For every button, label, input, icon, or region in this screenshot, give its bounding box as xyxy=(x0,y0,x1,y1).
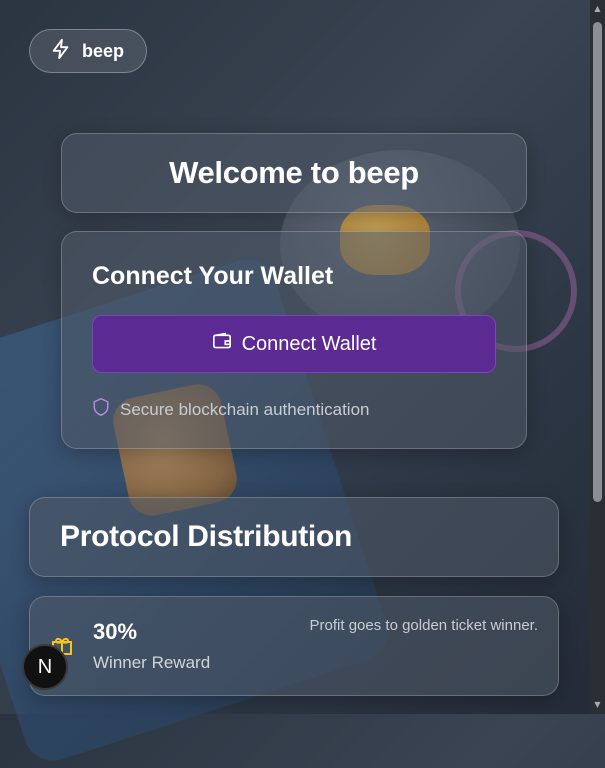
scrollbar[interactable]: ▲ ▼ xyxy=(590,0,605,714)
connect-wallet-button[interactable]: Connect Wallet xyxy=(92,315,496,373)
protocol-card: Protocol Distribution xyxy=(29,497,559,577)
connect-wallet-label: Connect Wallet xyxy=(241,332,377,355)
connect-title: Connect Your Wallet xyxy=(92,262,334,290)
secure-text: Secure blockchain authentication xyxy=(120,399,370,419)
reward-percent: 30% xyxy=(93,619,138,644)
brand-name: beep xyxy=(82,40,125,61)
welcome-title: Welcome to beep xyxy=(169,155,419,190)
scroll-thumb[interactable] xyxy=(593,22,602,502)
secure-note: Secure blockchain authentication xyxy=(92,397,370,422)
nextjs-badge[interactable]: N xyxy=(22,644,68,690)
reward-label: Winner Reward xyxy=(93,653,211,672)
shield-icon xyxy=(92,397,110,422)
scroll-down-arrow[interactable]: ▼ xyxy=(593,700,602,710)
scroll-up-arrow[interactable]: ▲ xyxy=(593,4,602,14)
wallet-icon xyxy=(212,332,232,356)
reward-description: Profit goes to golden ticket winner. xyxy=(309,617,538,634)
welcome-card: Welcome to beep xyxy=(61,133,527,213)
brand-pill[interactable]: beep xyxy=(29,29,147,73)
winner-reward-card: 30% Winner Reward Profit goes to golden … xyxy=(29,596,559,696)
lightning-icon xyxy=(50,38,72,64)
protocol-title: Protocol Distribution xyxy=(60,520,353,553)
connect-wallet-card: Connect Your Wallet Connect Wallet Secur… xyxy=(61,231,527,449)
